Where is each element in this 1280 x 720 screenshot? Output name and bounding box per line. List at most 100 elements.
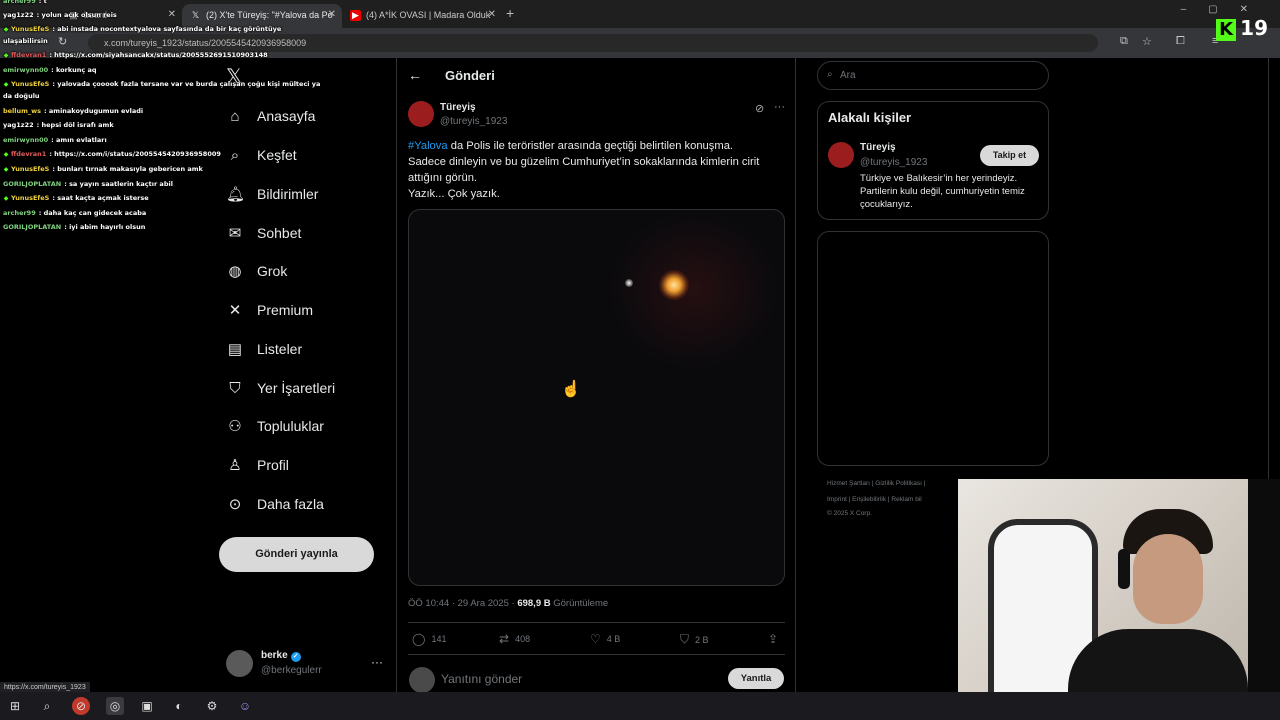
sidebar-item-communities[interactable]: ⚇ Topluluklar bbox=[226, 413, 324, 439]
sidebar-item-grok[interactable]: ◍ Grok bbox=[226, 258, 287, 284]
reply-action[interactable]: ◯ 141 bbox=[412, 632, 446, 646]
related-bio: Türkiye ve Balıkesir’in her yerindeyiz. … bbox=[860, 173, 1025, 210]
discord-icon[interactable]: ☺ bbox=[236, 697, 254, 715]
x-icon: ✕ bbox=[228, 302, 242, 319]
related-handle[interactable]: @tureyis_1923 bbox=[860, 157, 927, 168]
sidebar-item-home[interactable]: ⌂ Anasayfa bbox=[226, 103, 315, 129]
kick-viewer-counter: K 19 bbox=[1216, 16, 1268, 41]
view-label: Görüntüleme bbox=[550, 598, 609, 609]
sidebar-item-notifications[interactable]: 🔔︎ Bildirimler bbox=[226, 181, 318, 207]
heart-icon: ♡ bbox=[590, 632, 601, 646]
repost-action[interactable]: ⇄ 408 bbox=[499, 632, 530, 646]
avatar bbox=[409, 667, 435, 693]
bookmark-action[interactable]: ⛉ 2 B bbox=[680, 632, 709, 647]
home-icon: ⌂ bbox=[230, 107, 240, 125]
chat-message: yag1z22: yolun acık olsun reis bbox=[3, 11, 117, 19]
bookmark-star-icon[interactable]: ☆ bbox=[1142, 35, 1152, 48]
video-light bbox=[659, 270, 689, 300]
chat-text: ulaşabilirsin bbox=[3, 37, 48, 45]
close-tab-icon[interactable]: ✕ bbox=[488, 9, 496, 20]
sidebar-item-lists[interactable]: ▤ Listeler bbox=[226, 336, 302, 362]
communities-icon: ⚇ bbox=[228, 418, 242, 435]
back-arrow-icon[interactable]: ← bbox=[408, 67, 422, 83]
sidebar-item-more[interactable]: ⊙ Daha fazla bbox=[226, 491, 324, 517]
chat-text: : daha kaç can gidecek acaba bbox=[38, 209, 147, 217]
related-title: Alakalı kişiler bbox=[828, 110, 912, 125]
post-button[interactable]: Gönderi yayınla bbox=[219, 537, 374, 572]
nav-label: Keşfet bbox=[257, 147, 297, 163]
start-windows-icon[interactable]: ⊞ bbox=[6, 697, 24, 715]
chat-user: YunusEfeS bbox=[11, 25, 50, 33]
author-avatar[interactable] bbox=[408, 101, 434, 127]
account-handle: @berkegulerr bbox=[261, 665, 322, 676]
monitor-edge bbox=[1248, 479, 1280, 720]
close-tab-icon[interactable]: ✕ bbox=[328, 9, 336, 20]
more-icon: ⊙ bbox=[228, 496, 242, 513]
post-video[interactable] bbox=[408, 209, 785, 586]
chat-message: ◆ ffdevran1: https://x.com/i/status/20055… bbox=[3, 150, 221, 158]
chat-message: archer99: t bbox=[3, 0, 47, 5]
reply-button[interactable]: Yanıtla bbox=[728, 668, 784, 689]
trends-card bbox=[817, 231, 1049, 466]
sidebar-item-chat[interactable]: ✉ Sohbet bbox=[226, 220, 302, 246]
chat-message: ◆ ffdevran1: https://x.com/siyahsancakx/s… bbox=[3, 51, 268, 59]
nav-label: Yer İşaretleri bbox=[257, 380, 336, 396]
chat-user: YunusEfeS bbox=[11, 165, 50, 173]
extensions-icon[interactable]: ⧠ bbox=[1176, 35, 1185, 48]
account-menu-icon[interactable]: ··· bbox=[371, 655, 383, 669]
author-handle[interactable]: @tureyis_1923 bbox=[440, 116, 507, 127]
hashtag-link[interactable]: #Yalova bbox=[408, 140, 448, 152]
chrome-icon[interactable]: ◎ bbox=[106, 697, 124, 715]
account-name[interactable]: berke ✓ bbox=[261, 650, 301, 662]
steam-icon[interactable]: ⚙ bbox=[203, 697, 221, 715]
post-text: #Yalova da Polis ile teröristler arasınd… bbox=[408, 138, 784, 202]
cursor-app-icon[interactable]: ▣ bbox=[138, 697, 156, 715]
tab-youtube[interactable]: ▶ (4) A*İK OVASI | Madara Olduk ✕ bbox=[342, 4, 502, 28]
app-icon[interactable]: ⊘ bbox=[72, 697, 90, 715]
reload-icon[interactable]: ↻ bbox=[58, 35, 67, 48]
search-input[interactable]: ⌕ Ara bbox=[817, 61, 1049, 90]
follow-button[interactable]: Takip et bbox=[980, 145, 1039, 166]
grok-explain-icon[interactable]: ⊘ bbox=[755, 102, 764, 115]
obs-icon[interactable]: ◐ bbox=[170, 697, 188, 715]
avatar[interactable] bbox=[226, 650, 253, 677]
close-tab-icon[interactable]: ✕ bbox=[168, 9, 176, 20]
nav-label: Grok bbox=[257, 263, 288, 279]
chat-user: YunusEfeS bbox=[11, 80, 50, 88]
address-bar[interactable]: x.com/tureyis_1923/status/20055454209369… bbox=[88, 34, 1098, 52]
nav-label: Listeler bbox=[257, 341, 303, 357]
related-name[interactable]: Türeyiş bbox=[860, 142, 896, 153]
badge-icon: ◆ bbox=[3, 26, 9, 33]
video-light bbox=[625, 279, 633, 287]
viewer-count: 19 bbox=[1240, 16, 1268, 40]
mail-icon: ✉ bbox=[228, 225, 242, 242]
window-controls[interactable]: –▢✕ bbox=[1181, 4, 1270, 15]
chat-user: archer99 bbox=[3, 0, 36, 5]
install-icon[interactable]: ⧉ bbox=[1120, 35, 1128, 48]
new-tab-button[interactable]: + bbox=[506, 5, 514, 21]
hand-cursor-icon: ☝ bbox=[561, 381, 581, 398]
chat-text: : amın evlatları bbox=[51, 136, 107, 144]
chat-message: emirwynn00: amın evlatları bbox=[3, 136, 107, 144]
search-icon[interactable]: ⌕ bbox=[38, 697, 56, 715]
chat-message: archer99: daha kaç can gidecek acaba bbox=[3, 209, 146, 217]
like-action[interactable]: ♡ 4 B bbox=[590, 632, 620, 646]
chat-message: bellum_ws: aminakoydugumun evladi bbox=[3, 107, 143, 115]
sidebar-item-premium[interactable]: ✕ Premium bbox=[226, 297, 313, 323]
chat-message: ◆ YunusEfeS: yalovada çooook fazla tersan… bbox=[3, 80, 321, 88]
avatar[interactable] bbox=[828, 142, 854, 168]
sidebar-item-explore[interactable]: ⌕ Keşfet bbox=[226, 142, 297, 168]
chat-text: : t bbox=[38, 0, 47, 5]
more-options-icon[interactable]: ··· bbox=[774, 101, 785, 113]
chat-message: yag1z22: hepsi döl israfı amk bbox=[3, 121, 114, 129]
sidebar-item-profile[interactable]: ♙ Profil bbox=[226, 452, 289, 478]
reply-icon: ◯ bbox=[412, 632, 426, 646]
video-glow bbox=[609, 210, 779, 370]
reply-input[interactable]: Yanıtını gönder bbox=[441, 672, 522, 686]
footer-links[interactable]: Hizmet Şartları | Gizlilik Politikası | bbox=[827, 480, 925, 487]
chat-text: : korkunç aq bbox=[51, 66, 97, 74]
share-action[interactable]: ⇪ bbox=[768, 632, 784, 646]
sidebar-item-bookmarks[interactable]: ⛉ Yer İşaretleri bbox=[226, 375, 335, 401]
footer-links[interactable]: Imprint | Erişilebilirlik | Reklam bil bbox=[827, 496, 922, 503]
author-name[interactable]: Türeyiş bbox=[440, 102, 476, 113]
